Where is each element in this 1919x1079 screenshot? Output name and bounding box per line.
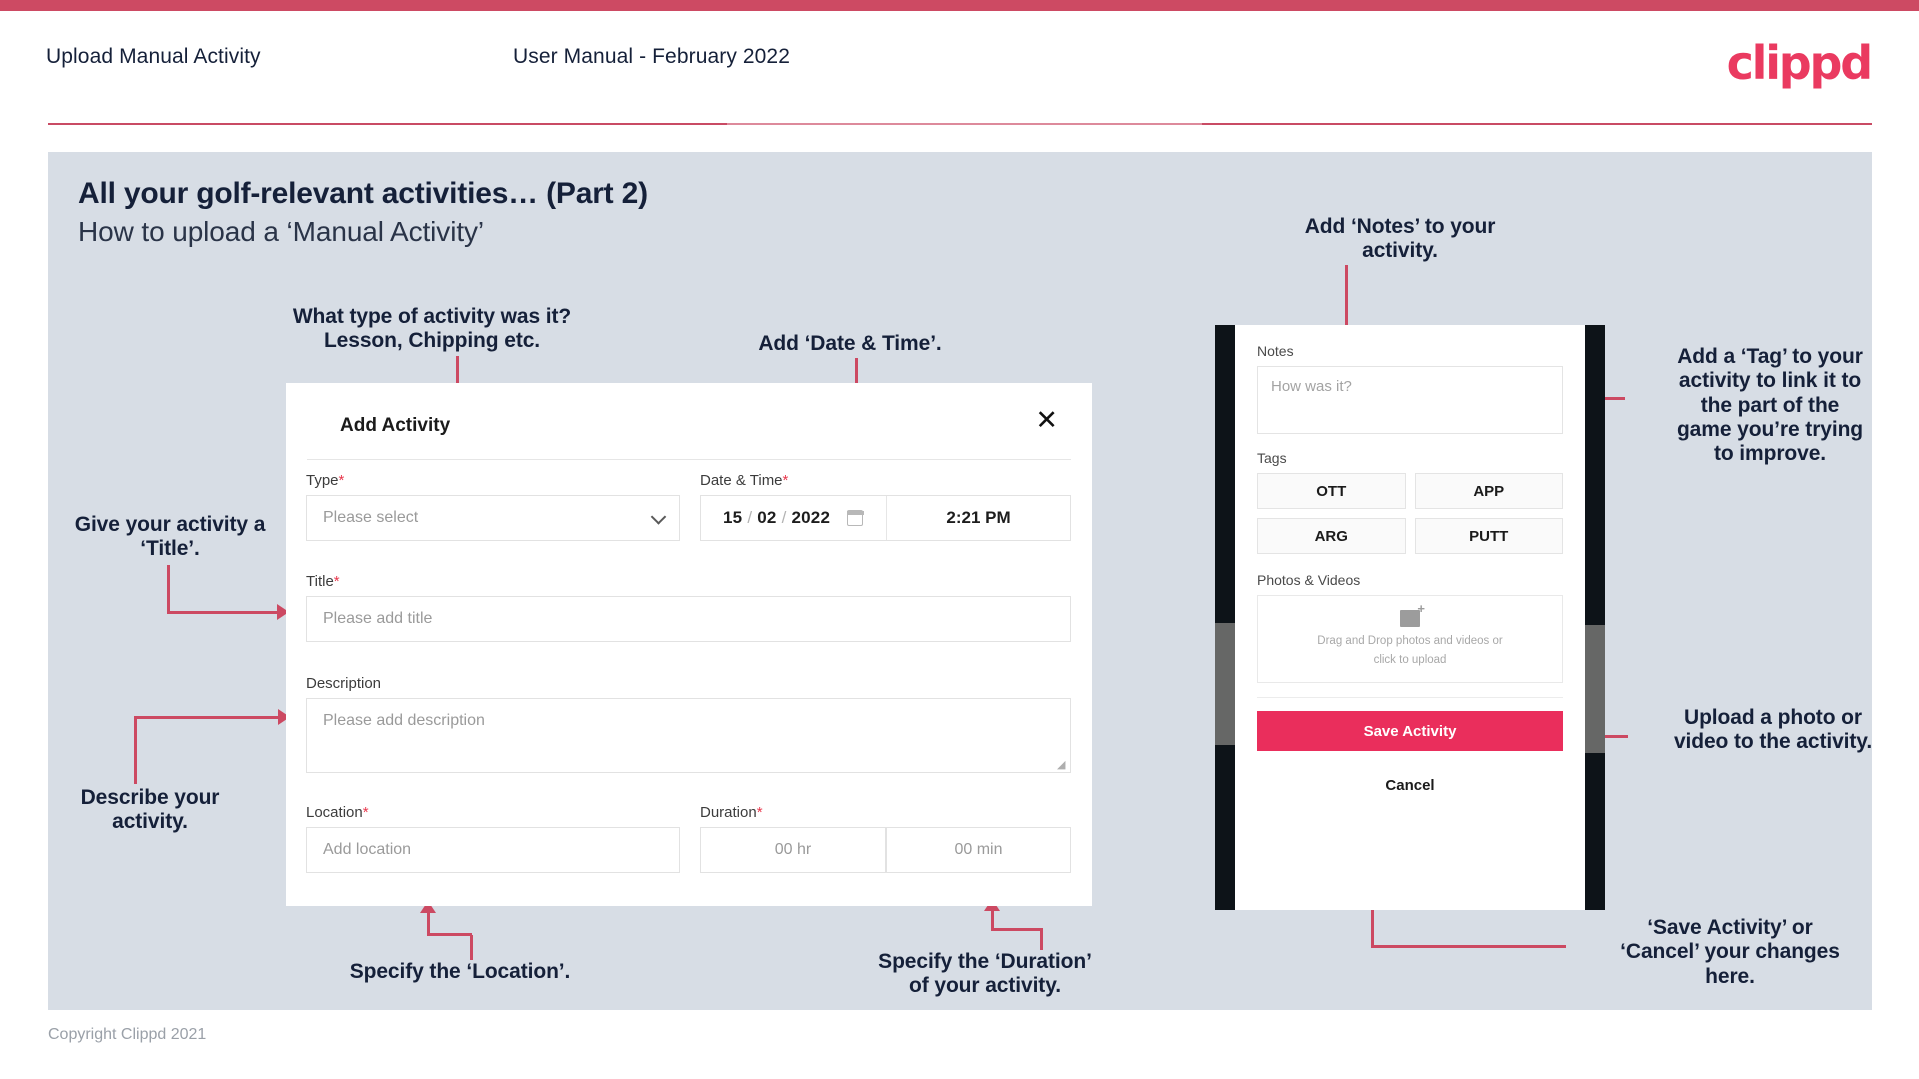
date-day: 15 <box>723 508 743 527</box>
phone-divider <box>1257 697 1563 698</box>
slide-subheading: How to upload a ‘Manual Activity’ <box>78 216 485 247</box>
type-label: Type* <box>306 472 344 489</box>
annotation-title: Give your activity a ‘Title’. <box>74 513 266 561</box>
dropzone-line-1: Drag and Drop photos and videos or <box>1317 634 1503 647</box>
location-label: Location* <box>306 804 369 821</box>
annotation-upload: Upload a photo or video to the activity. <box>1673 706 1873 754</box>
modal-title: Add Activity <box>340 415 451 436</box>
tag-putt[interactable]: PUTT <box>1414 518 1563 554</box>
date-input[interactable]: 15 / 02 / 2022 <box>701 496 887 540</box>
connector-loc-v1 <box>427 912 430 934</box>
phone-bezel-left <box>1215 325 1235 910</box>
title-label: Title* <box>306 573 340 590</box>
connector-loc-h <box>427 933 472 936</box>
connector-save-h <box>1371 945 1566 948</box>
datetime-field[interactable]: 15 / 02 / 2022 2:21 PM <box>700 495 1071 541</box>
image-upload-icon <box>1400 602 1425 627</box>
datetime-label: Date & Time* <box>700 472 788 489</box>
top-accent-bar <box>0 0 1919 11</box>
annotation-description: Describe your activity. <box>80 786 220 834</box>
title-required-mark: * <box>333 573 340 590</box>
notes-textarea[interactable]: How was it? <box>1257 366 1563 434</box>
cancel-button[interactable]: Cancel <box>1257 777 1563 794</box>
title-placeholder: Please add title <box>323 610 433 627</box>
time-input[interactable]: 2:21 PM <box>887 496 1070 540</box>
modal-divider <box>307 459 1071 460</box>
description-label-text: Description <box>306 675 382 692</box>
notes-label: Notes <box>1257 343 1294 359</box>
title-input[interactable]: Please add title <box>306 596 1071 642</box>
title-label-text: Title <box>306 573 334 590</box>
tag-ott[interactable]: OTT <box>1257 473 1406 509</box>
annotation-datetime: Add ‘Date & Time’. <box>758 332 942 355</box>
header-divider-light <box>727 123 1202 125</box>
phone-side-button-left <box>1215 623 1235 745</box>
datetime-required-mark: * <box>782 472 789 489</box>
date-year: 2022 <box>791 508 831 527</box>
slide-heading: All your golf-relevant activities… (Part… <box>78 177 648 210</box>
location-placeholder: Add location <box>323 841 412 858</box>
type-required-mark: * <box>338 472 345 489</box>
location-input[interactable]: Add location <box>306 827 680 873</box>
description-label: Description <box>306 675 381 692</box>
tag-arg[interactable]: ARG <box>1257 518 1406 554</box>
connector-dur-v2 <box>1040 928 1043 950</box>
annotation-tags: Add a ‘Tag’ to your activity to link it … <box>1676 345 1864 466</box>
phone-bezel-right <box>1585 325 1605 910</box>
connector-loc-v2 <box>470 935 473 960</box>
annotation-notes: Add ‘Notes’ to your activity. <box>1304 215 1496 263</box>
notes-placeholder: How was it? <box>1271 378 1352 395</box>
duration-minutes-placeholder: 00 min <box>954 841 1003 858</box>
duration-label: Duration* <box>700 804 763 821</box>
connector-dur-h <box>991 928 1041 931</box>
location-label-text: Location <box>306 804 363 821</box>
connector-desc-h <box>134 716 282 719</box>
duration-label-text: Duration <box>700 804 757 821</box>
tags-label: Tags <box>1257 450 1287 466</box>
type-placeholder: Please select <box>323 509 419 526</box>
page-title: Upload Manual Activity <box>46 45 261 68</box>
type-label-text: Type <box>306 472 339 489</box>
resize-handle-icon[interactable]: ◢ <box>1057 760 1067 771</box>
annotation-duration: Specify the ‘Duration’ of your activity. <box>878 950 1092 998</box>
phone-side-button-right <box>1585 625 1605 753</box>
dropzone-line-2: click to upload <box>1373 653 1447 666</box>
tags-grid: OTT APP ARG PUTT <box>1257 473 1563 554</box>
duration-hours-placeholder: 00 hr <box>774 841 812 858</box>
annotation-save: ‘Save Activity’ or ‘Cancel’ your changes… <box>1620 916 1840 988</box>
tag-app[interactable]: APP <box>1414 473 1563 509</box>
page-root: Upload Manual Activity User Manual - Feb… <box>0 0 1919 1079</box>
datetime-label-text: Date & Time <box>700 472 783 489</box>
clippd-logo: clippd <box>1726 36 1874 90</box>
close-icon[interactable]: ✕ <box>1035 407 1058 434</box>
date-sep-2: / <box>781 508 787 527</box>
photo-dropzone[interactable]: Drag and Drop photos and videos or click… <box>1257 595 1563 683</box>
phone-screen: Notes How was it? Tags OTT APP ARG PUTT … <box>1235 325 1585 910</box>
description-textarea[interactable]: Please add description ◢ <box>306 698 1071 773</box>
duration-required-mark: * <box>756 804 763 821</box>
phone-mockup: Notes How was it? Tags OTT APP ARG PUTT … <box>1215 325 1605 910</box>
calendar-icon[interactable] <box>846 510 864 526</box>
duration-minutes-input[interactable]: 00 min <box>886 827 1071 873</box>
date-month: 02 <box>757 508 777 527</box>
footer-copyright: Copyright Clippd 2021 <box>48 1026 207 1043</box>
duration-hours-input[interactable]: 00 hr <box>700 827 886 873</box>
chevron-down-icon <box>650 509 667 525</box>
connector-title-v <box>167 565 170 613</box>
photos-videos-label: Photos & Videos <box>1257 572 1361 588</box>
type-select[interactable]: Please select <box>306 495 680 541</box>
connector-desc-v <box>134 716 137 784</box>
location-required-mark: * <box>362 804 369 821</box>
connector-title-h <box>167 611 279 614</box>
date-sep-1: / <box>747 508 753 527</box>
document-subtitle: User Manual - February 2022 <box>513 45 790 68</box>
connector-dur-v1 <box>991 910 994 929</box>
annotation-type: What type of activity was it? Lesson, Ch… <box>292 305 572 353</box>
description-placeholder: Please add description <box>323 712 485 729</box>
save-activity-button[interactable]: Save Activity <box>1257 711 1563 751</box>
annotation-location: Specify the ‘Location’. <box>349 960 571 983</box>
